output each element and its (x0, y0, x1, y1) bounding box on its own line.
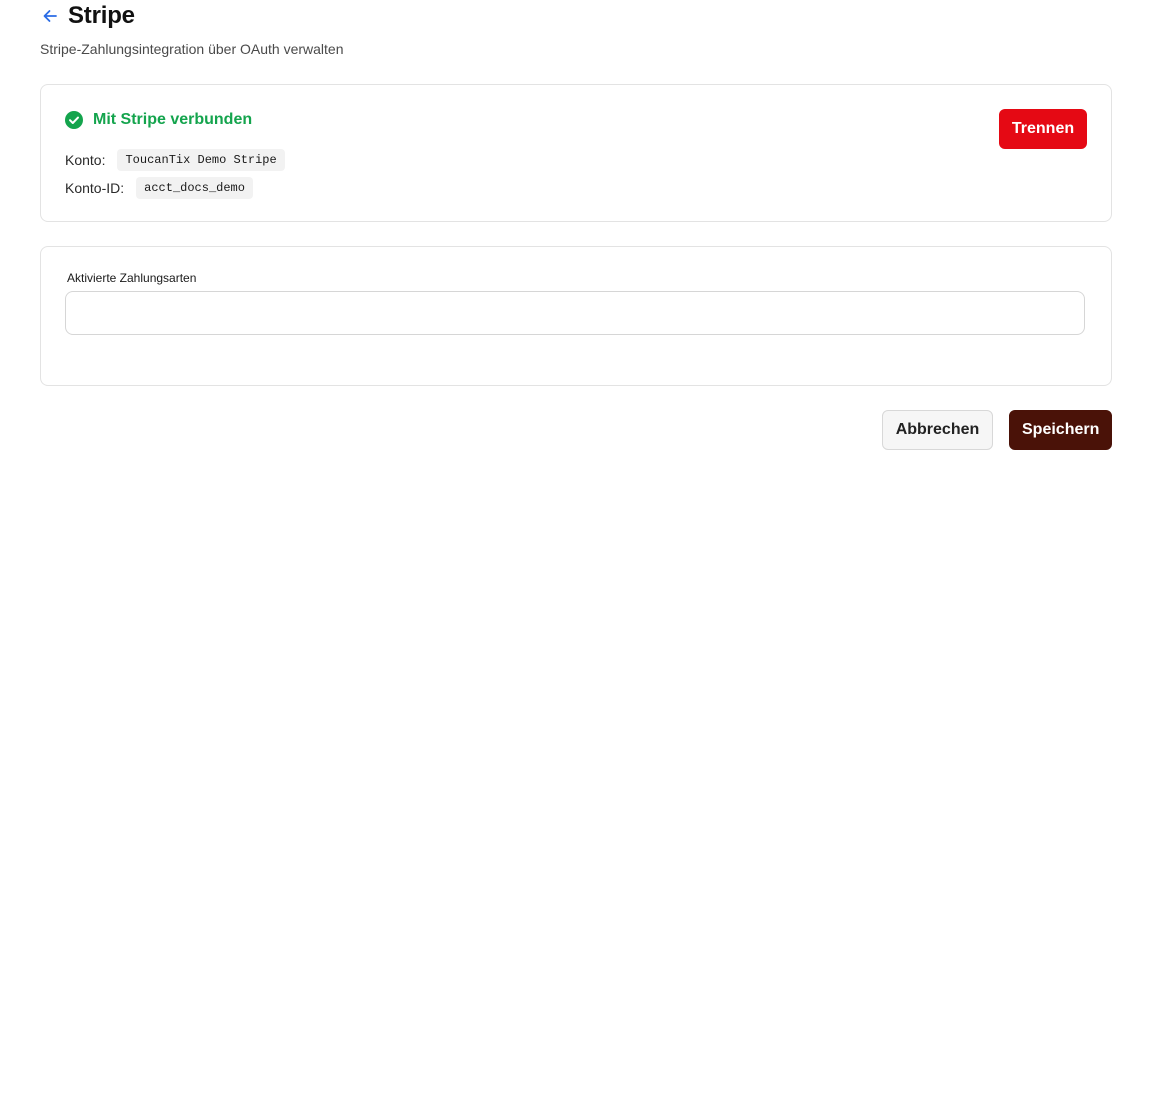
account-value: ToucanTix Demo Stripe (117, 149, 285, 171)
page-header: Stripe (40, 0, 135, 32)
connection-status-text: Mit Stripe verbunden (93, 111, 253, 128)
stripe-settings-page: Stripe Stripe-Zahlungsintegration über O… (0, 0, 1152, 1100)
connection-status: Mit Stripe verbunden (65, 111, 252, 129)
arrow-left-icon[interactable] (40, 6, 60, 26)
account-id-label: Konto-ID: (65, 180, 125, 196)
payment-methods-label: Aktivierte Zahlungsarten (67, 271, 197, 285)
account-row: Konto: ToucanTix Demo Stripe (65, 149, 285, 171)
account-id-row: Konto-ID: acct_docs_demo (65, 177, 253, 199)
account-id-value: acct_docs_demo (136, 177, 253, 199)
connection-card: Mit Stripe verbunden Konto: ToucanTix De… (40, 84, 1112, 222)
disconnect-button[interactable]: Trennen (999, 109, 1087, 149)
page-subtitle: Stripe-Zahlungsintegration über OAuth ve… (40, 41, 344, 57)
save-button[interactable]: Speichern (1009, 410, 1112, 450)
page-title: Stripe (68, 2, 135, 29)
check-circle-icon (65, 111, 83, 129)
payment-methods-card: Aktivierte Zahlungsarten (40, 246, 1112, 386)
cancel-button[interactable]: Abbrechen (882, 410, 993, 450)
payment-methods-input[interactable] (65, 291, 1085, 335)
form-actions: Abbrechen Speichern (882, 410, 1112, 450)
account-label: Konto: (65, 152, 106, 168)
